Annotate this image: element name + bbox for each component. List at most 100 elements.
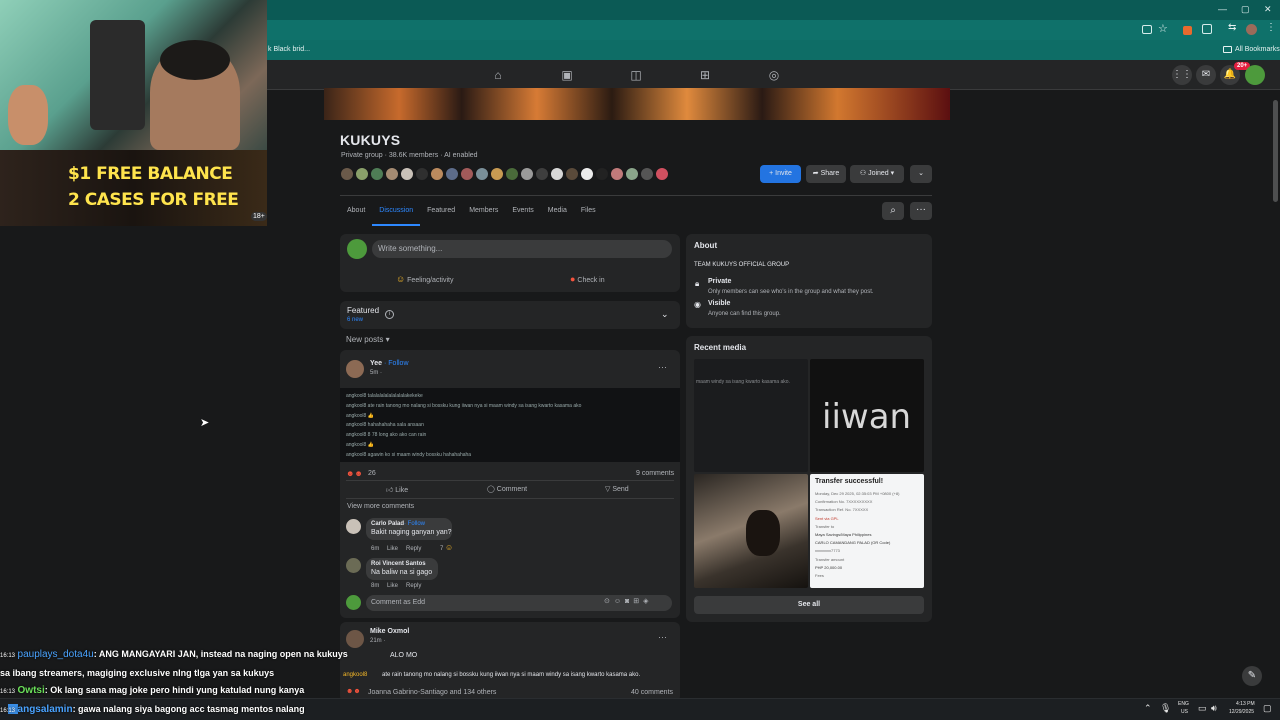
member-avatar[interactable] [460,167,474,181]
all-bookmarks-link[interactable]: All Bookmarks [1235,46,1280,53]
volume-icon[interactable]: 🔊︎ [1211,703,1217,714]
clock-time[interactable]: 4:13 PM [1236,701,1255,707]
network-icon[interactable]: ▭ [1198,703,1207,714]
tab-about[interactable]: About [340,200,372,226]
commenter-avatar[interactable] [346,558,361,573]
comment-author[interactable]: Roi Vincent Santos [371,561,426,567]
member-avatar[interactable] [625,167,639,181]
tab-featured[interactable]: Featured [420,200,462,226]
share-button[interactable]: ➦ Share [806,165,846,183]
profile-sync-icon[interactable]: ⇆ [1228,22,1236,33]
member-avatar[interactable] [355,167,369,181]
clock-date[interactable]: 12/29/2025 [1229,709,1254,715]
comment-button[interactable]: ◯ Comment [487,485,527,493]
search-group-button[interactable]: ⌕ [882,202,904,220]
comment-like-link[interactable]: Like [387,583,398,589]
chevron-down-icon[interactable]: ⌄ [661,309,669,320]
joined-button[interactable]: ⚇ Joined ▾ [850,165,904,183]
view-more-comments-link[interactable]: View more comments [347,503,414,510]
bookmark-star-icon[interactable]: ☆ [1158,22,1168,35]
post-author[interactable]: Yee [370,360,382,367]
member-avatar[interactable] [505,167,519,181]
comment-time[interactable]: 8m [371,583,379,589]
member-avatar[interactable] [400,167,414,181]
more-options-dropdown[interactable]: ⌄ [910,165,932,183]
comment-count[interactable]: 9 comments [636,470,674,477]
info-icon[interactable]: i [385,310,394,319]
member-avatar[interactable] [640,167,654,181]
tab-files[interactable]: Files [574,200,603,226]
follow-link[interactable]: · Follow [404,521,425,527]
media-tile[interactable]: iiwan [810,359,924,472]
commenter-avatar[interactable] [346,519,361,534]
microphone-icon[interactable]: 🎙︎ [1160,703,1171,714]
marketplace-icon[interactable]: ◫ [629,68,643,82]
close-window-button[interactable]: ✕ [1264,4,1272,15]
video-icon[interactable]: ▣ [560,68,574,82]
like-button[interactable]: 👍︎ Like [386,485,408,494]
comment-tools-icons[interactable]: ⊙☺◙⊞◈ [604,597,653,605]
member-avatar[interactable] [535,167,549,181]
member-avatar[interactable] [475,167,489,181]
send-button[interactable]: ▽ Send [605,485,629,493]
home-icon[interactable]: ⌂ [491,68,505,82]
see-all-button[interactable]: See all [694,596,924,614]
post-options-button[interactable]: ··· [658,632,667,642]
group-more-button[interactable]: ··· [910,202,932,220]
follow-link[interactable]: · Follow [384,360,409,367]
member-avatar[interactable] [385,167,399,181]
page-scrollbar-thumb[interactable] [1273,100,1278,202]
tray-chevron-icon[interactable]: ⌃ [1144,703,1152,714]
reaction-icons[interactable]: ☻☻ [346,469,363,478]
member-avatar[interactable] [610,167,624,181]
media-tile[interactable]: maam windy sa isang kwarto kasama ako. [694,359,808,472]
tab-media[interactable]: Media [541,200,574,226]
check-in-button[interactable]: ● Check in [570,274,605,284]
feeling-activity-button[interactable]: ☺ Feeling/activity [396,274,453,284]
comment-count[interactable]: 40 comments [631,689,673,696]
comment-like-link[interactable]: Like [387,546,398,552]
member-avatar[interactable] [595,167,609,181]
new-message-button[interactable]: ✎ [1242,666,1262,686]
comment-reaction-count[interactable]: 7 [440,546,443,552]
featured-section[interactable]: Featured 6 new i ⌄ [340,301,680,329]
post-time[interactable]: 5m · [370,370,382,376]
media-tile[interactable] [694,474,808,588]
maximize-button[interactable]: ▢ [1241,4,1250,15]
comment-reply-link[interactable]: Reply [406,546,421,552]
post-author[interactable]: Mike Oxmol [370,628,409,635]
gaming-icon[interactable]: ◎ [767,68,781,82]
member-avatar[interactable] [340,167,354,181]
extension-icon[interactable] [1183,26,1192,35]
member-avatar[interactable] [565,167,579,181]
member-avatars[interactable] [340,167,670,183]
member-avatar[interactable] [445,167,459,181]
member-avatar[interactable] [550,167,564,181]
reaction-count[interactable]: 26 [368,470,376,477]
tab-events[interactable]: Events [505,200,540,226]
member-avatar[interactable] [415,167,429,181]
tab-discussion[interactable]: Discussion [372,200,421,226]
post-options-button[interactable]: ··· [658,362,667,372]
sort-posts-dropdown[interactable]: New posts ▾ [346,335,390,344]
messenger-icon[interactable]: ✉ [1196,65,1216,85]
post-time[interactable]: 21m · [370,638,385,644]
comment-author[interactable]: Carlo Palad [371,521,404,527]
member-avatar[interactable] [520,167,534,181]
profile-avatar[interactable] [1246,24,1257,35]
browser-menu-icon[interactable]: ⋮ [1266,22,1276,33]
menu-grid-icon[interactable]: ⋮⋮ [1172,65,1192,85]
invite-button[interactable]: + Invite [760,165,801,183]
groups-icon[interactable]: ⊞ [698,68,712,82]
notification-center-icon[interactable]: ▢ [1263,703,1272,714]
author-avatar[interactable] [346,360,364,378]
language-indicator[interactable]: ENG [1178,701,1189,707]
member-avatar[interactable] [430,167,444,181]
install-app-icon[interactable] [1142,25,1152,34]
member-avatar[interactable] [655,167,669,181]
member-avatar[interactable] [490,167,504,181]
write-something-input[interactable]: Write something... [372,240,672,258]
comment-reply-link[interactable]: Reply [406,583,421,589]
minimize-button[interactable]: — [1218,4,1227,14]
media-tile[interactable]: Transfer successful! Monday, Dec 29 2025… [810,474,924,588]
